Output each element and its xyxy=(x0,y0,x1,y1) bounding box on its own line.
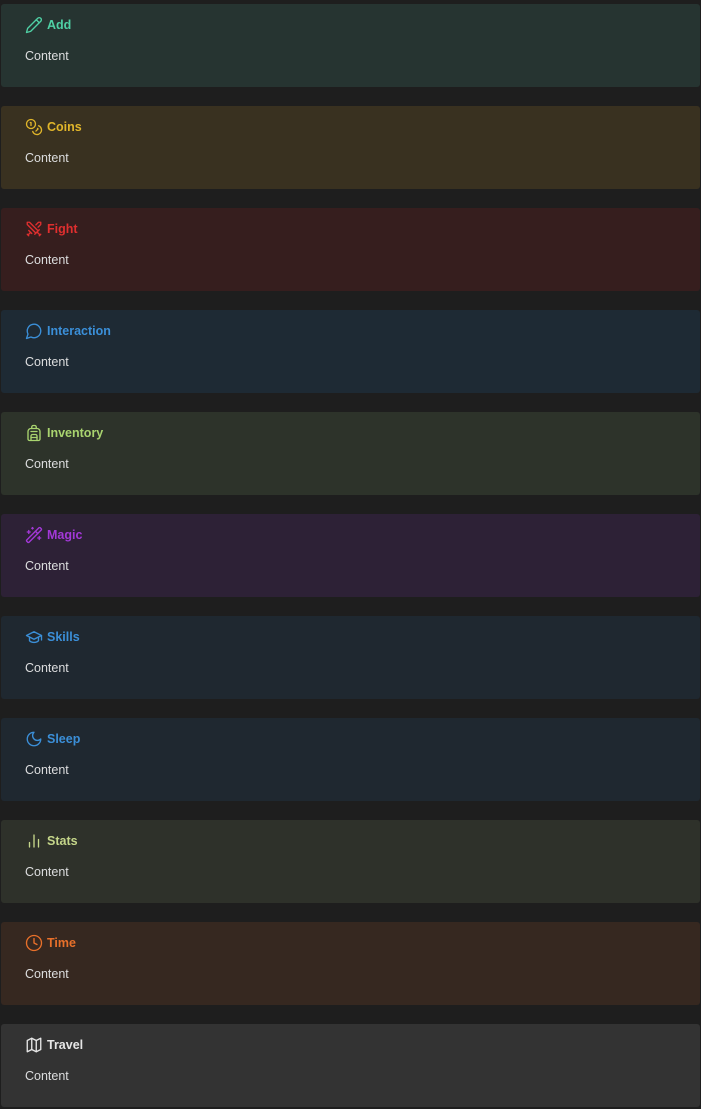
callout-title: Coins xyxy=(25,118,82,136)
callout-title-text: Interaction xyxy=(47,324,111,338)
callout-content: Content xyxy=(25,355,69,369)
callout-title-text: Inventory xyxy=(47,426,104,440)
callout-stack: Add Content Coins Content Fight Content … xyxy=(0,0,701,1109)
callout-content: Content xyxy=(25,151,69,165)
speech-bubble-icon xyxy=(25,322,43,340)
callout-title: Travel xyxy=(25,1036,83,1054)
callout-title-text: Magic xyxy=(47,528,83,542)
callout-title-text: Coins xyxy=(47,120,82,134)
callout-stats: Stats Content xyxy=(1,820,700,903)
callout-fight: Fight Content xyxy=(1,208,700,291)
bar-chart-icon xyxy=(25,832,43,850)
callout-content: Content xyxy=(25,559,69,573)
callout-travel: Travel Content xyxy=(1,1024,700,1107)
callout-time: Time Content xyxy=(1,922,700,1005)
callout-title: Add xyxy=(25,16,71,34)
callout-content: Content xyxy=(25,49,69,63)
callout-sleep: Sleep Content xyxy=(1,718,700,801)
callout-title: Interaction xyxy=(25,322,111,340)
callout-skills: Skills Content xyxy=(1,616,700,699)
callout-content: Content xyxy=(25,661,69,675)
callout-title: Time xyxy=(25,934,76,952)
callout-content: Content xyxy=(25,253,69,267)
callout-title-text: Stats xyxy=(47,834,78,848)
callout-title: Stats xyxy=(25,832,78,850)
map-icon xyxy=(25,1036,43,1054)
graduation-cap-icon xyxy=(25,628,43,646)
callout-magic: Magic Content xyxy=(1,514,700,597)
callout-coins: Coins Content xyxy=(1,106,700,189)
callout-title-text: Time xyxy=(47,936,76,950)
callout-title-text: Add xyxy=(47,18,72,32)
swords-icon xyxy=(25,220,43,238)
clock-icon xyxy=(25,934,43,952)
callout-content: Content xyxy=(25,967,69,981)
callout-content: Content xyxy=(25,763,69,777)
callout-title-text: Travel xyxy=(47,1038,84,1052)
callout-interaction: Interaction Content xyxy=(1,310,700,393)
backpack-icon xyxy=(25,424,43,442)
callout-title-text: Fight xyxy=(47,222,78,236)
callout-title: Sleep xyxy=(25,730,80,748)
callout-title-text: Sleep xyxy=(47,732,81,746)
callout-title: Fight xyxy=(25,220,78,238)
callout-title: Skills xyxy=(25,628,80,646)
callout-add: Add Content xyxy=(1,4,700,87)
callout-title: Magic xyxy=(25,526,82,544)
callout-title: Inventory xyxy=(25,424,103,442)
callout-inventory: Inventory Content xyxy=(1,412,700,495)
callout-content: Content xyxy=(25,457,69,471)
moon-icon xyxy=(25,730,43,748)
callout-content: Content xyxy=(25,865,69,879)
pencil-icon xyxy=(25,16,43,34)
callout-title-text: Skills xyxy=(47,630,80,644)
callout-content: Content xyxy=(25,1069,69,1083)
coins-icon xyxy=(25,118,43,136)
magic-wand-icon xyxy=(25,526,43,544)
